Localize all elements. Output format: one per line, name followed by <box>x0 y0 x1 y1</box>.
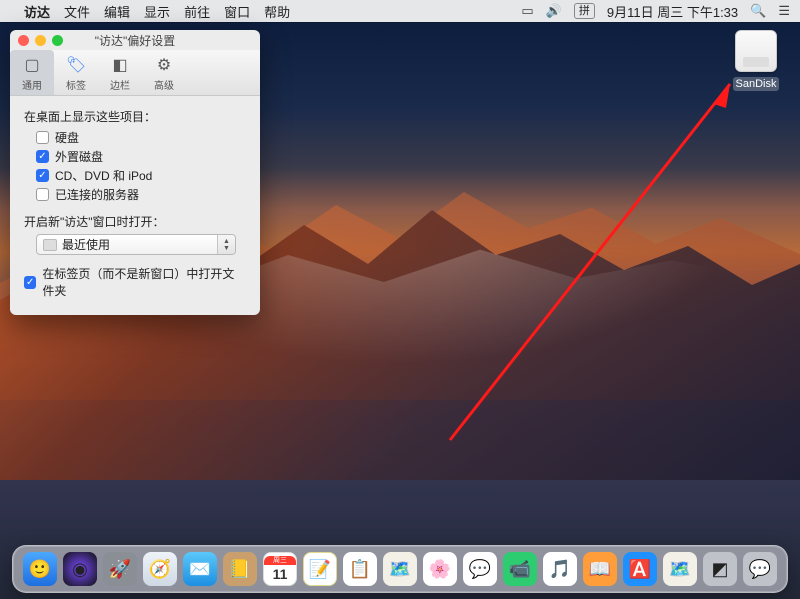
dock-notes[interactable]: 📝 <box>303 552 337 586</box>
dock-photos[interactable]: 🌸 <box>423 552 457 586</box>
window-titlebar[interactable]: "访达"偏好设置 <box>10 30 260 50</box>
dock-siri[interactable]: ◉ <box>63 552 97 586</box>
checkbox-external-disks[interactable]: ✓ <box>36 150 49 163</box>
volume-menu-icon[interactable]: 🔊 <box>546 3 562 19</box>
clock[interactable]: 9月11日 周三 下午1:33 <box>607 2 738 21</box>
dock-safari[interactable]: 🧭 <box>143 552 177 586</box>
menu-edit[interactable]: 编辑 <box>104 2 130 21</box>
tab-tags-label: 标签 <box>54 77 98 92</box>
checkbox-external-disks-label: 外置磁盘 <box>55 148 103 165</box>
dock: 🙂 ◉ 🚀 🧭 ✉️ 📒 周三 11 📝 📋 🗺️ 🌸 💬 📹 🎵 📖 🅰️ 🗺… <box>12 545 788 593</box>
section-new-finder-window: 开启新"访达"窗口时打开： <box>24 213 246 230</box>
checkbox-connected-servers-label: 已连接的服务器 <box>55 186 139 203</box>
drive-label: SanDisk <box>733 77 780 91</box>
dock-app-generic-1[interactable]: ◩ <box>703 552 737 586</box>
menu-view[interactable]: 显示 <box>144 2 170 21</box>
dock-container: 🙂 ◉ 🚀 🧭 ✉️ 📒 周三 11 📝 📋 🗺️ 🌸 💬 📹 🎵 📖 🅰️ 🗺… <box>0 545 800 593</box>
calendar-icon-weekday: 周三 <box>264 556 296 565</box>
dock-calendar[interactable]: 周三 11 <box>263 552 297 586</box>
checkbox-open-in-tabs-label: 在标签页（而不是新窗口）中打开文件夹 <box>42 265 246 299</box>
sidebar-tab-icon: ◧ <box>109 54 131 76</box>
checkbox-hard-disks[interactable] <box>36 131 49 144</box>
general-tab-icon: ▢ <box>21 54 43 76</box>
tab-advanced-label: 高级 <box>142 77 186 92</box>
menu-window[interactable]: 窗口 <box>224 2 250 21</box>
checkbox-cds-dvds-ipods-label: CD、DVD 和 iPod <box>55 167 152 184</box>
general-pane: 在桌面上显示这些项目： 硬盘 ✓ 外置磁盘 ✓ CD、DVD 和 iPod 已连… <box>10 96 260 315</box>
tab-sidebar[interactable]: ◧ 边栏 <box>98 50 142 95</box>
recents-icon <box>43 239 57 251</box>
dock-facetime[interactable]: 📹 <box>503 552 537 586</box>
tab-tags[interactable]: 🏷 标签 <box>54 50 98 95</box>
dock-messages[interactable]: 💬 <box>463 552 497 586</box>
tab-general-label: 通用 <box>10 77 54 92</box>
dock-launchpad[interactable]: 🚀 <box>103 552 137 586</box>
preferences-toolbar: ▢ 通用 🏷 标签 ◧ 边栏 ⚙ 高级 <box>10 50 260 96</box>
notification-center-icon[interactable]: ☰ <box>778 3 790 19</box>
menu-file[interactable]: 文件 <box>64 2 90 21</box>
calendar-icon-day: 11 <box>273 565 288 583</box>
finder-preferences-window: "访达"偏好设置 ▢ 通用 🏷 标签 ◧ 边栏 ⚙ 高级 在桌面上显示这些项目：… <box>10 30 260 315</box>
dock-contacts[interactable]: 📒 <box>223 552 257 586</box>
dock-appstore[interactable]: 🅰️ <box>623 552 657 586</box>
dropdown-stepper-icon: ▲▼ <box>217 235 235 254</box>
dock-itunes[interactable]: 🎵 <box>543 552 577 586</box>
menubar: 访达 文件 编辑 显示 前往 窗口 帮助 ▭ 🔊 拼 9月11日 周三 下午1:… <box>0 0 800 22</box>
dock-maps[interactable]: 🗺️ <box>383 552 417 586</box>
menu-help[interactable]: 帮助 <box>264 2 290 21</box>
input-method-indicator[interactable]: 拼 <box>574 3 595 19</box>
tags-tab-icon: 🏷 <box>65 54 87 76</box>
tab-general[interactable]: ▢ 通用 <box>10 50 54 95</box>
checkbox-connected-servers[interactable] <box>36 188 49 201</box>
dock-mail[interactable]: ✉️ <box>183 552 217 586</box>
dock-app-generic-2[interactable]: 💬 <box>743 552 777 586</box>
dock-reminders[interactable]: 📋 <box>343 552 377 586</box>
menu-go[interactable]: 前往 <box>184 2 210 21</box>
checkbox-cds-dvds-ipods[interactable]: ✓ <box>36 169 49 182</box>
display-menu-icon[interactable]: ▭ <box>521 3 533 19</box>
tab-advanced[interactable]: ⚙ 高级 <box>142 50 186 95</box>
external-drive-icon <box>735 30 777 72</box>
checkbox-hard-disks-label: 硬盘 <box>55 129 79 146</box>
tab-sidebar-label: 边栏 <box>98 77 142 92</box>
app-menu[interactable]: 访达 <box>24 2 50 21</box>
desktop-drive-sandisk[interactable]: SanDisk <box>726 30 786 91</box>
window-title: "访达"偏好设置 <box>10 32 260 49</box>
dropdown-selected-value: 最近使用 <box>62 236 110 253</box>
checkbox-open-in-tabs[interactable]: ✓ <box>24 276 36 289</box>
section-show-on-desktop: 在桌面上显示这些项目： <box>24 108 246 125</box>
dock-finder[interactable]: 🙂 <box>23 552 57 586</box>
spotlight-icon[interactable]: 🔍 <box>750 3 766 19</box>
new-window-location-dropdown[interactable]: 最近使用 ▲▼ <box>36 234 236 255</box>
dock-maps-2[interactable]: 🗺️ <box>663 552 697 586</box>
advanced-tab-icon: ⚙ <box>153 54 175 76</box>
dock-ibooks[interactable]: 📖 <box>583 552 617 586</box>
